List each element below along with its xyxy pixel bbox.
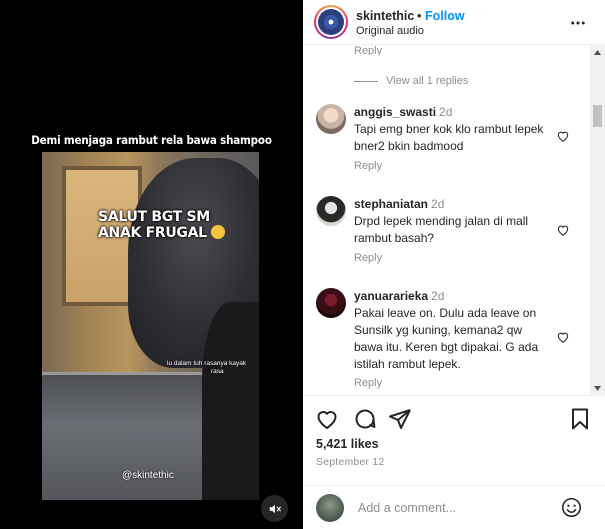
heart-icon: [557, 332, 569, 343]
comments-list: Reply View all 1 replies anggis_swasti 2d…: [303, 45, 605, 395]
follow-button[interactable]: Follow: [425, 9, 465, 23]
like-comment-button[interactable]: [556, 330, 570, 344]
viewer-avatar: [316, 494, 344, 522]
commenter-avatar[interactable]: [316, 288, 346, 318]
like-comment-button[interactable]: [556, 223, 570, 237]
audio-link[interactable]: Original audio: [356, 25, 424, 37]
triangle-up-icon: [594, 49, 601, 55]
reply-button[interactable]: Reply: [354, 377, 382, 389]
heart-icon: [557, 131, 569, 142]
video-subtitle-line-1: lu dalam tuh rasanya kayak: [167, 360, 247, 367]
comment-body: stephaniatan 2d Drpd lepek mending jalan …: [354, 196, 549, 247]
video-subject-shoulder: [202, 302, 259, 500]
likes-count[interactable]: 5,421 likes: [316, 437, 379, 451]
view-replies-button[interactable]: View all 1 replies: [354, 75, 468, 87]
emoji-button[interactable]: [561, 497, 582, 518]
scroll-down-button[interactable]: [590, 381, 605, 395]
share-icon: [389, 409, 411, 429]
reply-button[interactable]: Reply: [354, 252, 382, 264]
video-caption: Demi menjaga rambut rela bawa shampoo: [31, 133, 272, 147]
triangle-down-icon: [594, 385, 601, 391]
separator-dot: •: [417, 9, 422, 23]
post-date[interactable]: September 12: [316, 456, 384, 468]
overlay-line-2: ANAK FRUGAL: [98, 225, 207, 241]
post-header: skintethic • Follow Original audio: [303, 0, 605, 45]
comment-body: anggis_swasti 2d Tapi emg bner kok klo ra…: [354, 104, 549, 155]
more-horizontal-icon: [571, 21, 585, 25]
video-watermark: @skintethic: [122, 470, 174, 481]
heart-icon: [317, 411, 337, 429]
author-avatar[interactable]: [314, 5, 348, 39]
share-button[interactable]: [388, 407, 412, 431]
comments-scrollbar[interactable]: [590, 45, 605, 395]
author-username[interactable]: skintethic: [356, 9, 414, 23]
comment-icon: [355, 409, 376, 429]
comment-body: yanuararieka 2d Pakai leave on. Dulu ada …: [354, 288, 549, 373]
comment-time[interactable]: 2d: [439, 105, 452, 119]
post-side-panel: skintethic • Follow Original audio Reply…: [303, 0, 605, 529]
replies-divider: [354, 80, 378, 82]
comment-username[interactable]: yanuararieka: [354, 289, 428, 303]
scrollbar-thumb[interactable]: [593, 105, 602, 127]
comment-text: Drpd lepek mending jalan di mall rambut …: [354, 214, 529, 245]
overlay-line-2-wrap: ANAK FRUGAL: [98, 225, 225, 241]
like-comment-button[interactable]: [556, 129, 570, 143]
commenter-avatar[interactable]: [316, 104, 346, 134]
comment-username[interactable]: anggis_swasti: [354, 105, 436, 119]
emoji-icon: [561, 497, 582, 518]
post-actions: 5,421 likes September 12: [303, 395, 605, 485]
video-overlay-text: SALUT BGT SM ANAK FRUGAL: [98, 210, 225, 241]
save-button[interactable]: [568, 407, 592, 431]
reply-button[interactable]: Reply: [354, 45, 382, 55]
video-subtitle: lu dalam tuh rasanya kayak rasa: [167, 360, 247, 376]
smile-emoji-icon: [210, 225, 225, 239]
comment-button[interactable]: [353, 407, 377, 431]
add-comment-bar: [303, 485, 605, 529]
mute-button[interactable]: [261, 495, 288, 522]
video-player[interactable]: Demi menjaga rambut rela bawa shampoo SA…: [0, 0, 303, 529]
comment-input[interactable]: [358, 498, 553, 518]
reply-button[interactable]: Reply: [354, 160, 382, 172]
comment-text: Pakai leave on. Dulu ada leave on Sunsil…: [354, 306, 539, 371]
overlay-line-1: SALUT BGT SM: [98, 209, 210, 225]
comment-text: Tapi emg bner kok klo rambut lepek bner2…: [354, 122, 544, 153]
video-frame[interactable]: SALUT BGT SM ANAK FRUGAL lu dalam tuh ra…: [42, 152, 259, 500]
comment-time[interactable]: 2d: [431, 289, 444, 303]
comment-username[interactable]: stephaniatan: [354, 197, 428, 211]
scroll-up-button[interactable]: [590, 45, 605, 59]
volume-muted-icon: [269, 504, 281, 513]
comment-time[interactable]: 2d: [431, 197, 444, 211]
commenter-avatar[interactable]: [316, 196, 346, 226]
more-options-button[interactable]: [569, 14, 587, 32]
video-subtitle-line-2: rasa: [211, 368, 224, 375]
view-replies-label: View all 1 replies: [386, 75, 469, 87]
like-button[interactable]: [315, 407, 339, 431]
bookmark-icon: [572, 408, 588, 430]
heart-icon: [557, 225, 569, 236]
